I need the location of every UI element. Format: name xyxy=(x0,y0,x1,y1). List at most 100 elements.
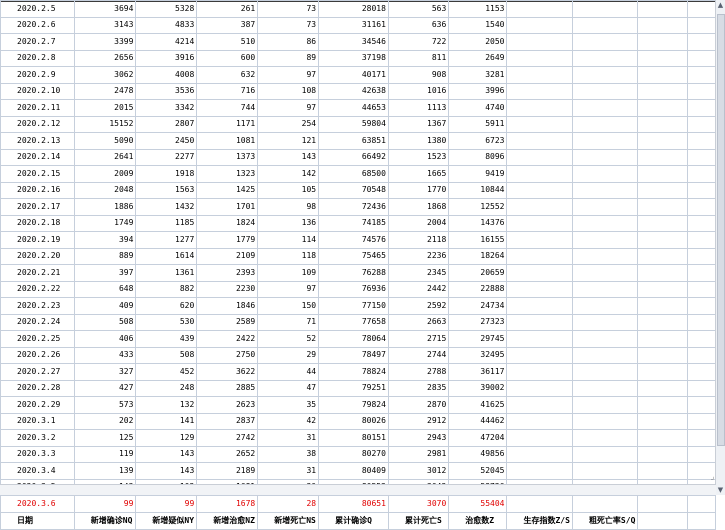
cell-date[interactable]: 2020.2.28 xyxy=(0,379,75,397)
cell-value[interactable]: 632 xyxy=(196,66,259,84)
cell-date[interactable]: 2020.2.20 xyxy=(0,247,75,265)
cell-value[interactable]: 2592 xyxy=(387,297,450,315)
cell-value[interactable]: 889 xyxy=(73,247,137,265)
cell-empty[interactable] xyxy=(506,412,573,430)
cell-value[interactable]: 108 xyxy=(257,82,320,100)
cell-value[interactable]: 78824 xyxy=(318,363,389,381)
cell-empty[interactable] xyxy=(687,379,716,397)
cell-empty[interactable] xyxy=(687,429,716,447)
cell-value[interactable]: 2663 xyxy=(387,313,450,331)
cell-empty[interactable] xyxy=(506,495,573,513)
cell-empty[interactable] xyxy=(571,412,639,430)
cell-empty[interactable] xyxy=(506,379,573,397)
cell-empty[interactable] xyxy=(637,82,689,100)
cell-empty[interactable] xyxy=(687,0,716,18)
cell-value[interactable]: 1523 xyxy=(387,148,450,166)
cell-value[interactable]: 3916 xyxy=(135,49,198,67)
cell-value[interactable]: 530 xyxy=(135,313,198,331)
cell-value[interactable]: 3622 xyxy=(196,363,259,381)
cell-empty[interactable] xyxy=(687,165,716,183)
cell-value[interactable]: 1846 xyxy=(196,297,259,315)
cell-empty[interactable] xyxy=(687,132,716,150)
cell-value[interactable]: 882 xyxy=(135,280,198,298)
cell-empty[interactable] xyxy=(687,297,716,315)
cell-value[interactable]: 4740 xyxy=(448,99,508,117)
cell-value[interactable]: 3062 xyxy=(73,66,137,84)
cell-empty[interactable] xyxy=(571,247,639,265)
cell-value[interactable]: 129 xyxy=(135,429,198,447)
cell-value[interactable]: 63851 xyxy=(318,132,389,150)
cell-value[interactable]: 600 xyxy=(196,49,259,67)
cell-value[interactable]: 2981 xyxy=(387,445,450,463)
cell-value[interactable]: 78497 xyxy=(318,346,389,364)
cell-empty[interactable] xyxy=(687,16,716,34)
cell-date[interactable]: 2020.2.29 xyxy=(0,396,75,414)
cell-empty[interactable] xyxy=(687,330,716,348)
cell-value[interactable]: 27323 xyxy=(448,313,508,331)
cell-value[interactable]: 70548 xyxy=(318,181,389,199)
cell-empty[interactable] xyxy=(506,132,573,150)
cell-value[interactable]: 1016 xyxy=(387,82,450,100)
cell-empty[interactable] xyxy=(687,313,716,331)
cell-empty[interactable] xyxy=(637,297,689,315)
scroll-down-icon[interactable]: ▼ xyxy=(716,485,725,495)
cell-value[interactable]: 59804 xyxy=(318,115,389,133)
cell-empty[interactable] xyxy=(687,99,716,117)
cell-date[interactable]: 2020.2.15 xyxy=(0,165,75,183)
cell-value[interactable]: 4833 xyxy=(135,16,198,34)
cell-value[interactable]: 1614 xyxy=(135,247,198,265)
cell-value[interactable]: 44 xyxy=(257,363,320,381)
cell-value[interactable]: 908 xyxy=(387,66,450,84)
cell-value[interactable]: 1361 xyxy=(135,264,198,282)
cell-value[interactable]: 2750 xyxy=(196,346,259,364)
cell-value[interactable]: 37198 xyxy=(318,49,389,67)
cell-empty[interactable] xyxy=(506,165,573,183)
cell-value[interactable]: 75465 xyxy=(318,247,389,265)
cell-value[interactable]: 2641 xyxy=(73,148,137,166)
cell-empty[interactable] xyxy=(571,396,639,414)
cell-date[interactable]: 2020.2.21 xyxy=(0,264,75,282)
cell-value[interactable]: 77658 xyxy=(318,313,389,331)
cell-empty[interactable] xyxy=(506,264,573,282)
cell-value[interactable]: 12552 xyxy=(448,198,508,216)
cell-empty[interactable] xyxy=(637,99,689,117)
cell-empty[interactable] xyxy=(637,379,689,397)
cell-value[interactable]: 42 xyxy=(257,412,320,430)
column-header[interactable]: 新增治愈NZ xyxy=(196,511,259,530)
cell-value[interactable]: 2652 xyxy=(196,445,259,463)
cell-value[interactable]: 2715 xyxy=(387,330,450,348)
cell-value[interactable]: 2870 xyxy=(387,396,450,414)
cell-value[interactable]: 2623 xyxy=(196,396,259,414)
cell-date[interactable]: 2020.3.2 xyxy=(0,429,75,447)
cell-empty[interactable] xyxy=(687,247,716,265)
cell-empty[interactable] xyxy=(506,429,573,447)
cell-value[interactable]: 28 xyxy=(257,495,320,513)
cell-date[interactable]: 2020.2.6 xyxy=(0,16,75,34)
cell-value[interactable]: 97 xyxy=(257,66,320,84)
cell-empty[interactable] xyxy=(571,0,639,18)
cell-empty[interactable] xyxy=(571,214,639,232)
cell-value[interactable]: 3342 xyxy=(135,99,198,117)
cell-value[interactable]: 2422 xyxy=(196,330,259,348)
cell-value[interactable]: 254 xyxy=(257,115,320,133)
cell-value[interactable]: 2744 xyxy=(387,346,450,364)
cell-empty[interactable] xyxy=(637,198,689,216)
cell-value[interactable]: 41625 xyxy=(448,396,508,414)
cell-date[interactable]: 2020.2.27 xyxy=(0,363,75,381)
cell-value[interactable]: 2009 xyxy=(73,165,137,183)
cell-value[interactable]: 2109 xyxy=(196,247,259,265)
cell-value[interactable]: 24734 xyxy=(448,297,508,315)
cell-value[interactable]: 49856 xyxy=(448,445,508,463)
cell-date[interactable]: 2020.2.14 xyxy=(0,148,75,166)
cell-date[interactable]: 2020.2.5 xyxy=(0,0,75,18)
cell-value[interactable]: 114 xyxy=(257,231,320,249)
cell-value[interactable]: 2050 xyxy=(448,33,508,51)
cell-value[interactable]: 14376 xyxy=(448,214,508,232)
cell-value[interactable]: 3694 xyxy=(73,0,137,18)
cell-value[interactable]: 136 xyxy=(257,214,320,232)
cell-value[interactable]: 99 xyxy=(135,495,198,513)
cell-value[interactable]: 44653 xyxy=(318,99,389,117)
cell-value[interactable]: 119 xyxy=(73,445,137,463)
cell-empty[interactable] xyxy=(637,412,689,430)
cell-value[interactable]: 397 xyxy=(73,264,137,282)
